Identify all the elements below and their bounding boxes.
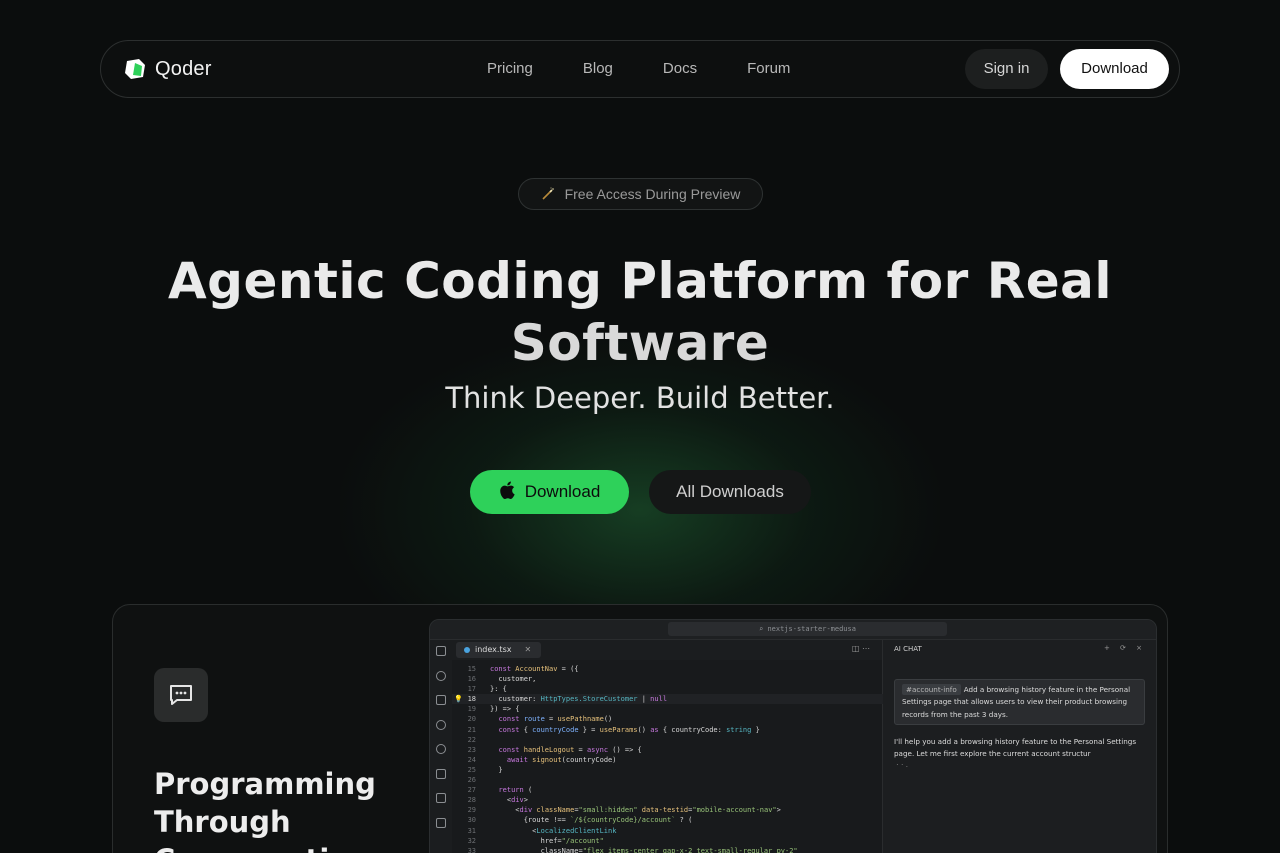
settings-icon[interactable]: [436, 744, 446, 754]
nav-link-pricing[interactable]: Pricing: [487, 60, 533, 77]
ide-titlebar: ⌕ nextjs-starter-medusa: [430, 620, 1156, 640]
editor-tab[interactable]: index.tsx ✕: [456, 642, 542, 658]
tsx-file-icon: [464, 647, 470, 653]
close-icon[interactable]: ✕: [524, 642, 531, 658]
hero-download-label: Download: [524, 482, 601, 501]
ai-chat-header: AI CHAT + ⟳ ×: [883, 640, 1156, 660]
nav-download-button[interactable]: Download: [1060, 49, 1169, 89]
brand-name: Qoder: [155, 57, 212, 80]
ide-activity-bar: [430, 640, 452, 853]
assistant-chat-message: I'll help you add a browsing history fea…: [894, 737, 1137, 759]
user-chat-message: #account-info Add a browsing history feat…: [894, 679, 1145, 725]
headline-line-1: Agentic Coding Platform for Real: [167, 252, 1112, 310]
run-debug-icon[interactable]: [436, 768, 446, 779]
code-editor: index.tsx ✕ ◫ ⋯ 15 const AccountNav = ({ …: [452, 640, 883, 853]
source-control-icon[interactable]: [436, 695, 446, 705]
nav-link-blog[interactable]: Blog: [583, 60, 613, 77]
sign-in-button[interactable]: Sign in: [965, 49, 1048, 89]
logo[interactable]: Qoder: [123, 57, 212, 81]
extensions-icon[interactable]: [436, 817, 446, 828]
typing-indicator: · · .: [896, 760, 908, 769]
ai-chat-actions[interactable]: + ⟳ ×: [1104, 644, 1146, 652]
all-downloads-button[interactable]: All Downloads: [649, 470, 811, 514]
top-navbar: Qoder Pricing Blog Docs Forum Sign in Do…: [100, 40, 1180, 98]
badge-text: Free Access During Preview: [564, 186, 741, 202]
search-icon[interactable]: [436, 670, 446, 681]
compass-icon[interactable]: [436, 719, 446, 730]
editor-tab-label: index.tsx: [475, 645, 512, 654]
ai-chat-panel: AI CHAT + ⟳ × #account-info Add a browsin…: [883, 640, 1156, 853]
editor-actions[interactable]: ◫ ⋯: [852, 644, 870, 653]
headline-line-2: Software: [510, 314, 770, 372]
hero-subheadline: Think Deeper. Build Better.: [445, 381, 835, 415]
chat-bubble-icon: [154, 668, 208, 722]
hero-headline: Agentic Coding Platform for Real Softwar…: [0, 250, 1280, 374]
ai-chat-title: AI CHAT: [894, 645, 922, 653]
apple-icon: [499, 481, 515, 504]
magic-wand-icon: [541, 187, 555, 201]
nav-link-forum[interactable]: Forum: [747, 60, 790, 77]
remote-icon[interactable]: [436, 793, 446, 803]
ide-command-search[interactable]: ⌕ nextjs-starter-medusa: [668, 622, 947, 636]
editor-tabbar: index.tsx ✕ ◫ ⋯: [452, 640, 882, 660]
feature-title: Programming Through Conversation: [154, 767, 376, 853]
explorer-icon[interactable]: [436, 646, 446, 656]
nav-link-docs[interactable]: Docs: [663, 60, 697, 77]
preview-badge[interactable]: Free Access During Preview: [518, 178, 763, 210]
hero-download-button[interactable]: Download: [470, 470, 629, 514]
context-chip[interactable]: #account-info: [902, 684, 961, 695]
code-lines: 15 const AccountNav = ({ 16 customer, 17}…: [452, 664, 883, 853]
feature-card: Programming Through Conversation ⌕ nextj…: [112, 604, 1168, 853]
qoder-logo-icon: [123, 57, 147, 81]
nav-links: Pricing Blog Docs Forum: [487, 60, 790, 77]
ide-screenshot: ⌕ nextjs-starter-medusa index.tsx ✕ ◫ ⋯: [429, 619, 1157, 853]
